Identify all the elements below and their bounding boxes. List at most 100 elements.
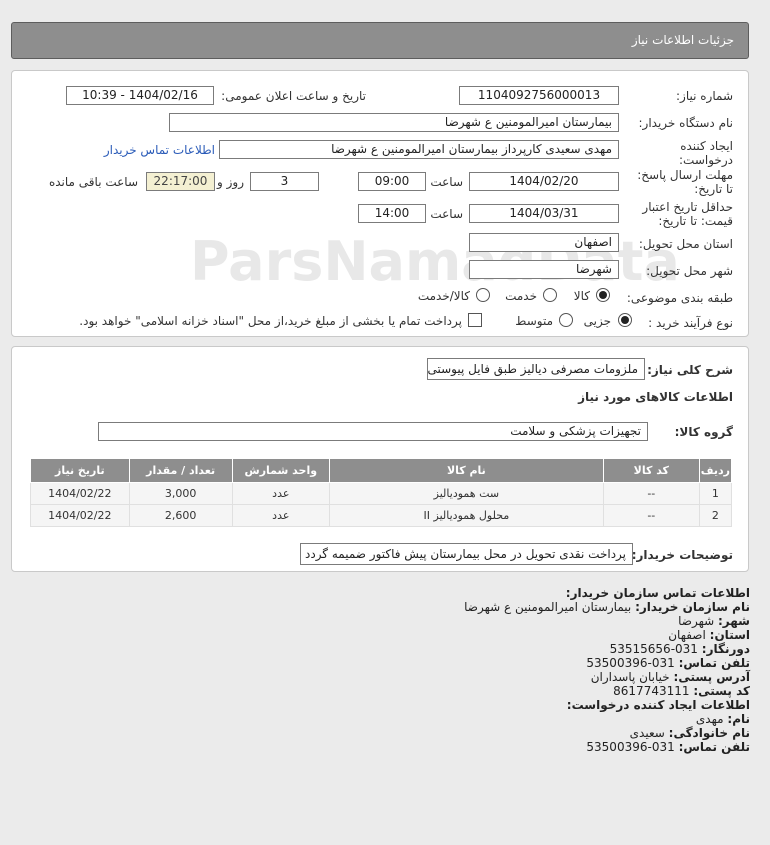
creator-last-name-line: نام خانوادگی: سعیدی — [630, 726, 750, 740]
creator-phone-value: 031-53500396 — [586, 740, 675, 754]
page-header: جزئیات اطلاعات نیاز — [11, 22, 749, 59]
remaining-label: ساعت باقی مانده — [48, 175, 138, 189]
city-label: شهر محل تحویل: — [646, 264, 733, 278]
category-service-radio[interactable] — [543, 288, 557, 302]
address-value: خیابان پاسداران — [590, 670, 670, 684]
contact-fax-line: دورنگار: 031-53515656 — [610, 642, 750, 656]
treasury-payment-checkbox[interactable] — [468, 313, 482, 327]
city-field: شهرضا — [469, 260, 619, 279]
buyer-notes-label: توضیحات خریدار: — [631, 548, 733, 562]
category-goods-radio[interactable] — [596, 288, 610, 302]
last-name-label: نام خانوادگی: — [668, 726, 750, 740]
requester-label-2: درخواست: — [679, 153, 733, 167]
province-label: استان محل تحویل: — [638, 237, 733, 251]
unit-cell: عدد — [231, 482, 330, 505]
col-need-date: تاریخ نیاز — [30, 458, 130, 483]
unit-cell: عدد — [231, 504, 330, 527]
validity-time-label: ساعت — [430, 207, 463, 221]
creator-phone-label: تلفن تماس: — [678, 740, 750, 754]
quantity-cell: 2,600 — [128, 504, 233, 527]
contact-postal-line: کد پستی: 8617743111 — [613, 684, 750, 698]
category-label: طبقه بندی موضوعی: — [626, 291, 733, 305]
creator-first-name-line: نام: مهدی — [696, 712, 750, 726]
org-name-value: بیمارستان امیرالمومنین ع شهرضا — [464, 600, 632, 614]
contact-phone-line: تلفن تماس: 031-53500396 — [586, 656, 750, 670]
validity-label-2: قیمت: تا تاریخ: — [658, 214, 733, 228]
process-medium-radio[interactable] — [559, 313, 573, 327]
goods-info-title: اطلاعات کالاهای مورد نیاز — [578, 390, 733, 404]
phone-value: 031-53500396 — [586, 656, 675, 670]
buyer-contact-link[interactable]: اطلاعات تماس خریدار — [104, 143, 215, 157]
contact-city-value: شهرضا — [678, 614, 715, 628]
postal-value: 8617743111 — [613, 684, 690, 698]
announce-datetime-label: تاریخ و ساعت اعلان عمومی: — [221, 89, 366, 103]
first-name-label: نام: — [727, 712, 750, 726]
page-title: جزئیات اطلاعات نیاز — [631, 33, 734, 47]
validity-date-field: 1404/03/31 — [469, 204, 619, 223]
phone-label: تلفن تماس: — [678, 656, 750, 670]
days-label: روز و — [217, 175, 244, 189]
contact-city-label: شهر: — [718, 614, 750, 628]
need-number-field: 1104092756000013 — [459, 86, 619, 105]
contact-org-title: اطلاعات تماس سازمان خریدار: — [565, 586, 750, 600]
buyer-notes-field: پرداخت نقدی تحویل در محل بیمارستان پیش ف… — [300, 543, 633, 565]
row-number-cell: 2 — [698, 504, 733, 527]
buyer-org-field: بیمارستان امیرالمومنین ع شهرضا — [169, 113, 619, 132]
col-quantity: تعداد / مقدار — [128, 458, 233, 483]
buyer-org-label: نام دستگاه خریدار: — [638, 116, 734, 130]
table-row: 1 -- ست همودیالیز عدد 3,000 1404/02/22 — [30, 482, 733, 505]
goods-group-label: گروه کالا: — [674, 425, 733, 439]
contact-org-line: نام سازمان خریدار: بیمارستان امیرالمومنی… — [464, 600, 750, 614]
postal-label: کد پستی: — [693, 684, 750, 698]
col-goods-code: کد کالا — [602, 458, 700, 483]
need-date-cell: 1404/02/22 — [30, 504, 130, 527]
need-date-cell: 1404/02/22 — [30, 482, 130, 505]
reply-date-field: 1404/02/20 — [469, 172, 619, 191]
contact-province-line: استان: اصفهان — [668, 628, 750, 642]
reply-time-field: 09:00 — [358, 172, 426, 191]
goods-name-cell: محلول همودیالیز II — [328, 504, 604, 527]
validity-label-1: حداقل تاریخ اعتبار — [642, 200, 733, 214]
goods-group-field: تجهیزات پزشکی و سلامت — [98, 422, 648, 441]
payment-note: پرداخت تمام یا بخشی از مبلغ خرید،از محل … — [79, 314, 462, 328]
process-medium-label: متوسط — [515, 314, 553, 328]
summary-field: ملزومات مصرفی دیالیز طبق فایل پیوستی — [427, 358, 645, 380]
goods-table-header: ردیف کد کالا نام کالا واحد شمارش تعداد /… — [30, 458, 733, 483]
address-label: آدرس پستی: — [673, 670, 750, 684]
fax-label: دورنگار: — [701, 642, 750, 656]
contact-province-value: اصفهان — [668, 628, 706, 642]
goods-code-cell: -- — [602, 482, 700, 505]
category-service-label: خدمت — [505, 289, 537, 303]
days-field: 3 — [250, 172, 319, 191]
col-row-number: ردیف — [698, 458, 733, 483]
need-number-label: شماره نیاز: — [676, 89, 733, 103]
first-name-value: مهدی — [695, 712, 724, 726]
requester-label-1: ایجاد کننده — [680, 139, 733, 153]
reply-deadline-label-2: تا تاریخ: — [694, 182, 733, 196]
process-label: نوع فرآیند خرید : — [648, 316, 733, 330]
fax-value: 031-53515656 — [609, 642, 698, 656]
org-name-label: نام سازمان خریدار: — [635, 600, 750, 614]
validity-time-field: 14:00 — [358, 204, 426, 223]
summary-label: شرح کلی نیاز: — [647, 363, 733, 377]
requester-field: مهدی سعیدی کارپرداز بیمارستان امیرالمومن… — [219, 140, 619, 159]
reply-deadline-label-1: مهلت ارسال پاسخ: — [637, 168, 733, 182]
remaining-time-field: 22:17:00 — [146, 172, 215, 191]
contact-city-line: شهر: شهرضا — [678, 614, 750, 628]
announce-datetime-field: 1404/02/16 - 10:39 — [66, 86, 214, 105]
col-goods-name: نام کالا — [328, 458, 604, 483]
creator-phone-line: تلفن تماس: 031-53500396 — [586, 740, 750, 754]
row-number-cell: 1 — [698, 482, 733, 505]
category-both-radio[interactable] — [476, 288, 490, 302]
province-field: اصفهان — [469, 233, 619, 252]
category-goods-label: کالا — [573, 289, 590, 303]
process-minor-label: جزیی — [583, 314, 611, 328]
goods-name-cell: ست همودیالیز — [328, 482, 604, 505]
contact-address-line: آدرس پستی: خیابان پاسداران — [591, 670, 750, 684]
creator-title: اطلاعات ایجاد کننده درخواست: — [566, 698, 750, 712]
quantity-cell: 3,000 — [128, 482, 233, 505]
table-row: 2 -- محلول همودیالیز II عدد 2,600 1404/0… — [30, 504, 733, 527]
category-both-label: کالا/خدمت — [417, 289, 470, 303]
col-unit: واحد شمارش — [231, 458, 330, 483]
process-minor-radio[interactable] — [618, 313, 632, 327]
